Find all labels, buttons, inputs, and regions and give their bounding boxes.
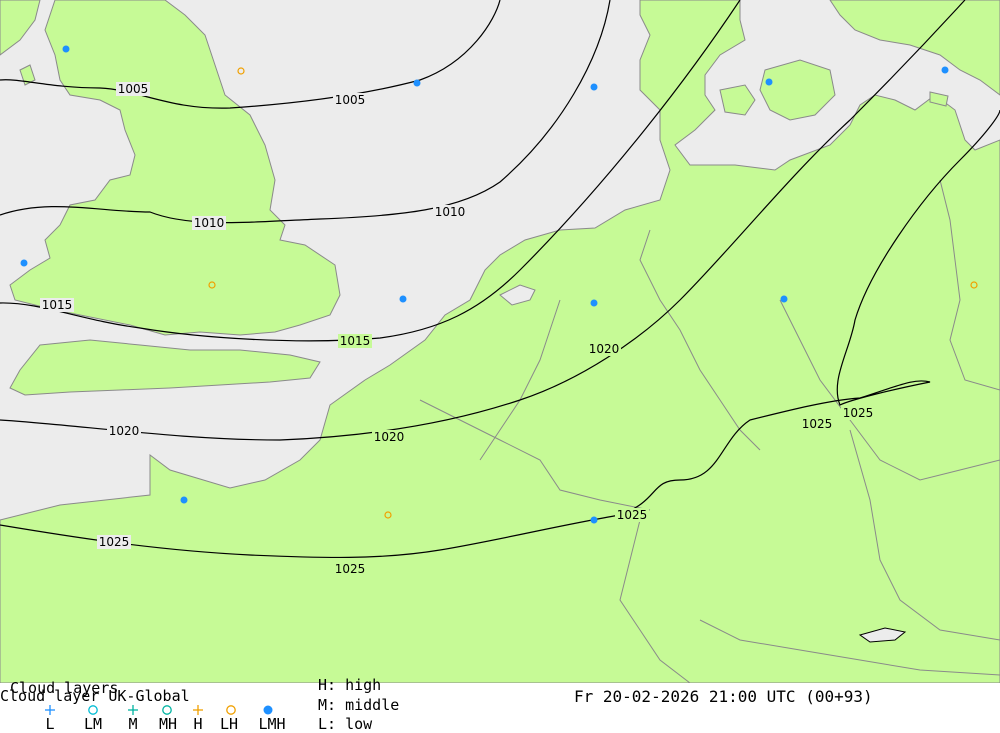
isobar-label: 1005 [118, 82, 149, 96]
isobar-label: 1020 [589, 342, 620, 356]
isobar-label: 1025 [617, 508, 648, 522]
cloud-marker-lmh [941, 66, 949, 74]
circle-orange-icon [225, 701, 237, 715]
circle-teal-icon [161, 701, 173, 715]
cloud-marker-lmh [399, 295, 407, 303]
cloud-marker-lmh [590, 516, 598, 524]
legend-key-high: H: high [318, 676, 382, 694]
legend-symbol-label: MH [158, 715, 178, 733]
cloud-marker-lmh [413, 79, 421, 87]
legend-symbol-label: LMH [258, 715, 286, 733]
legend-symbol-label: LH [219, 715, 239, 733]
plus-orange-icon [192, 701, 204, 715]
circle-cyan-icon [87, 701, 99, 715]
cloud-marker-lmh [62, 45, 70, 53]
isobar-label: 1025 [99, 535, 130, 549]
isobar-label: 1025 [335, 562, 366, 576]
cloud-marker-lmh [780, 295, 788, 303]
legend-symbol-label: L [45, 715, 55, 733]
legend-key-middle: M: middle [318, 696, 400, 714]
isobar-label: 1015 [340, 334, 371, 348]
isobar-label: 1010 [194, 216, 225, 230]
map-canvas: 1005 1005 1010 1010 1015 1015 1020 1020 1020 1025… [0, 0, 1000, 684]
legend-symbol-label: H [193, 715, 203, 733]
plus-blue-icon [44, 701, 56, 715]
isobar-label: 1020 [374, 430, 405, 444]
cloud-marker-lmh [765, 78, 773, 86]
weather-map[interactable]: 1005 1005 1010 1010 1015 1015 1020 1020 1020 1025… [0, 0, 1000, 684]
dot-blue-icon [262, 701, 274, 715]
cloud-marker-lmh [590, 83, 598, 91]
isobar-label: 1010 [435, 205, 466, 219]
isobar-label: 1025 [843, 406, 874, 420]
cloud-marker-lmh [20, 259, 28, 267]
isobar-label: 1015 [42, 298, 73, 312]
legend-symbol-label: LM [83, 715, 103, 733]
legend-panel: Cloud layers Cloud layer UK-Global L LM M M… [0, 678, 1000, 733]
isobar-label: 1020 [109, 424, 140, 438]
cloud-marker-lmh [590, 299, 598, 307]
forecast-datetime: Fr 20-02-2026 21:00 UTC (00+93) [574, 687, 873, 706]
cloud-marker-lmh [180, 496, 188, 504]
legend-key-low: L: low [318, 715, 373, 733]
plus-teal-icon [127, 701, 139, 715]
legend-symbol-label: M [128, 715, 138, 733]
isobar-label: 1005 [335, 93, 366, 107]
isobar-label: 1025 [802, 417, 833, 431]
